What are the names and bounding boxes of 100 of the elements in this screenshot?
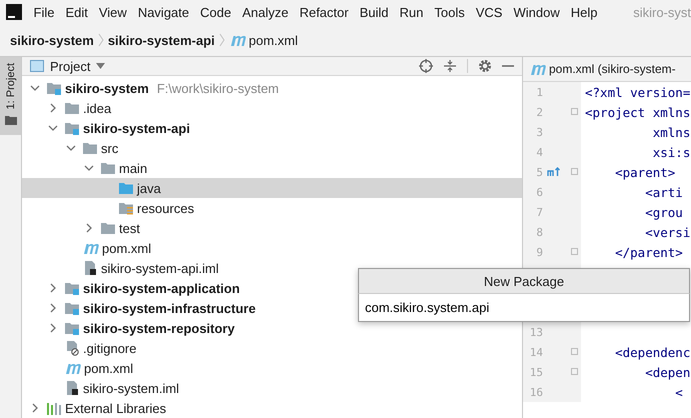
line-number: 6 — [535, 186, 543, 198]
menu-item[interactable]: Help — [565, 4, 603, 20]
tree-item-label: src — [101, 140, 118, 156]
code-line: <depen — [644, 364, 690, 380]
code-line: <dependenc — [614, 344, 690, 360]
folder-icon — [82, 141, 98, 155]
line-number: 2 — [535, 106, 543, 118]
code-line: xmlns — [652, 124, 690, 140]
menu-item[interactable]: View — [93, 4, 132, 20]
code-line: xsi:s — [652, 144, 690, 160]
menu-item[interactable]: Refactor — [294, 4, 354, 20]
tree-item-label: sikiro-system.iml — [83, 380, 180, 396]
line-number: 8 — [535, 226, 543, 238]
tree-item-label: sikiro-system-repository — [83, 320, 235, 336]
maven-icon — [64, 362, 81, 374]
menu-item[interactable]: Window — [508, 4, 566, 20]
maven-parent-marker-icon[interactable] — [547, 167, 561, 177]
tree-item[interactable]: main — [22, 158, 522, 178]
menu-item[interactable]: Build — [354, 4, 394, 20]
dialog-title: New Package — [358, 268, 690, 294]
tree-item[interactable]: pom.xml — [22, 238, 522, 258]
panel-icon — [30, 60, 44, 72]
menu-item[interactable]: Run — [394, 4, 429, 20]
tree-item-label: java — [137, 180, 161, 196]
tree-item-label: .gitignore — [83, 340, 136, 356]
line-number: 3 — [535, 126, 543, 138]
line-number: 14 — [528, 346, 543, 358]
folder-icon — [100, 221, 116, 235]
ignored-file-icon — [64, 340, 80, 356]
tree-item-label: sikiro-system-api — [83, 120, 190, 136]
tree-item[interactable]: pom.xml — [22, 358, 522, 378]
line-number: 16 — [528, 386, 543, 398]
file-icon — [82, 260, 98, 276]
menu-item[interactable]: Code — [194, 4, 237, 20]
project-tool-tab[interactable]: 1: Project — [0, 57, 21, 135]
tree-item[interactable]: java — [22, 178, 522, 198]
breadcrumb[interactable]: sikiro-system — [10, 32, 94, 48]
menu-item[interactable]: Tools — [428, 4, 470, 20]
tree-item[interactable]: sikiro-system.iml — [22, 378, 522, 398]
line-number: 5 — [535, 166, 543, 178]
folder-icon — [100, 161, 116, 175]
folder-icon — [46, 81, 62, 95]
tree-item-label: sikiro-system-application — [83, 280, 240, 296]
tree-item-label: main — [119, 160, 148, 176]
tree-item[interactable]: sikiro-system-api — [22, 118, 522, 138]
library-icon — [46, 401, 62, 415]
code-line: <grou — [644, 204, 683, 220]
tree-item[interactable]: test — [22, 218, 522, 238]
code-line: <parent> — [614, 164, 676, 180]
line-number: 13 — [528, 326, 543, 338]
app-logo-icon — [6, 4, 22, 20]
tree-item-label: External Libraries — [65, 400, 166, 416]
settings-icon[interactable] — [478, 59, 492, 73]
tree-item-label: resources — [137, 200, 194, 216]
maven-icon — [529, 63, 546, 75]
tree-item[interactable]: src — [22, 138, 522, 158]
file-icon — [64, 380, 80, 396]
tree-item-label: sikiro-system — [65, 80, 149, 96]
tree-item[interactable]: External Libraries — [22, 398, 522, 418]
chevron-separator-icon — [218, 33, 225, 47]
menu-item[interactable]: Edit — [60, 4, 94, 20]
code-line: < — [674, 384, 683, 400]
line-number: 4 — [535, 146, 543, 158]
dropdown-arrow-icon[interactable] — [96, 63, 106, 69]
code-line: <versi — [644, 224, 690, 240]
breadcrumb[interactable]: pom.xml — [248, 32, 298, 48]
tree-item[interactable]: resources — [22, 198, 522, 218]
code-line: <arti — [644, 184, 683, 200]
menu-item[interactable]: Analyze — [236, 4, 294, 20]
panel-title[interactable]: Project — [50, 58, 90, 74]
tree-item[interactable]: .gitignore — [22, 338, 522, 358]
window-title: sikiro-syst — [632, 4, 691, 20]
maven-icon — [82, 242, 99, 254]
menu-item[interactable]: VCS — [470, 4, 508, 20]
target-icon[interactable] — [419, 59, 433, 73]
folder-icon — [64, 281, 80, 295]
code-line: </parent> — [614, 244, 683, 260]
folder-icon — [64, 301, 80, 315]
package-name-field[interactable]: com.sikiro.system.api — [358, 294, 690, 322]
editor-tab[interactable]: pom.xml (sikiro-system- — [523, 57, 691, 82]
tree-item-label: sikiro-system-api.iml — [101, 260, 219, 276]
line-number: 7 — [535, 206, 543, 218]
folder-icon — [118, 181, 134, 195]
tree-item[interactable]: sikiro-system F:\work\sikiro-system — [22, 78, 522, 98]
chevron-separator-icon — [98, 33, 104, 47]
breadcrumb[interactable]: sikiro-system-api — [108, 32, 215, 48]
menu-item[interactable]: File — [28, 4, 60, 20]
tree-item-label: test — [119, 220, 140, 236]
tree-item-label: .idea — [83, 100, 112, 116]
line-number: 9 — [535, 246, 543, 258]
tree-item-label: pom.xml — [102, 240, 152, 256]
maven-icon — [228, 34, 246, 46]
folder-icon — [64, 101, 80, 115]
menu-item[interactable]: Navigate — [132, 4, 195, 20]
tree-item[interactable]: .idea — [22, 98, 522, 118]
collapse-all-icon[interactable] — [443, 59, 457, 73]
path-hint: F:\work\sikiro-system — [156, 80, 279, 96]
tree-item-label: sikiro-system-infrastructure — [83, 300, 256, 316]
folder-icon — [4, 115, 16, 126]
folder-icon — [64, 121, 80, 135]
